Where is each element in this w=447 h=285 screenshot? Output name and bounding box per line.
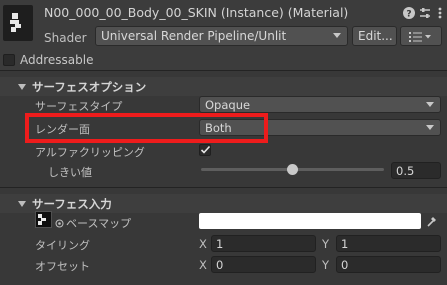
offset-y-field[interactable]: 0 [336,256,441,273]
more-options-icon[interactable] [433,6,447,20]
material-title: N00_000_00_Body_00_SKIN (Instance) (Mate… [44,5,349,20]
threshold-value-field[interactable]: 0.5 [391,162,441,179]
eyedropper-icon[interactable] [426,214,438,228]
threshold-slider-handle[interactable] [287,164,298,175]
surface-options-title: サーフェスオプション [32,80,147,94]
base-map-texture-slot[interactable] [35,211,52,228]
chevron-down-icon [426,102,434,107]
base-map-label: ベースマップ [55,215,131,231]
shader-dropdown[interactable]: Universal Render Pipeline/Unlit [95,26,348,46]
offset-x-label: X [199,258,207,272]
alpha-clipping-label: アルファクリッピング [35,146,145,159]
highlight-annotation-box [25,113,268,143]
tiling-label: タイリング [35,239,90,252]
foldout-arrow-icon[interactable] [18,201,26,207]
checkmark-icon [200,145,211,154]
edit-shader-button[interactable]: Edit... [352,26,397,46]
list-icon [409,32,431,42]
tiling-y-field[interactable]: 1 [336,235,441,252]
foldout-arrow-icon[interactable] [18,84,26,90]
tiling-x-label: X [199,237,207,251]
surface-type-dropdown[interactable]: Opaque [199,96,441,113]
surface-type-label: サーフェスタイプ [35,100,123,113]
surface-inputs-title: サーフェス入力 [32,197,112,211]
tiling-x-field[interactable]: 1 [211,235,316,252]
shader-value: Universal Render Pipeline/Unlit [101,29,287,43]
shader-label: Shader [44,31,87,45]
offset-y-label: Y [322,258,330,272]
material-preview-icon [10,13,21,32]
help-icon[interactable]: ? [402,6,416,20]
addressable-label: Addressable [20,53,94,67]
threshold-label: しきい値 [48,166,92,179]
svg-text:?: ? [406,10,411,20]
addressable-checkbox[interactable] [3,54,15,66]
tiling-y-label: Y [322,237,330,251]
chevron-down-icon [426,125,434,130]
offset-x-field[interactable]: 0 [211,256,316,273]
settings-sliders-icon[interactable] [418,6,432,20]
offset-label: オフセット [35,260,90,273]
alpha-clipping-checkbox[interactable] [199,144,211,156]
surface-type-value: Opaque [205,98,251,112]
divider [0,187,447,188]
list-options-button[interactable] [400,26,442,46]
divider [0,70,447,71]
texture-preview-icon [38,214,46,225]
object-picker-icon[interactable] [55,219,64,228]
base-color-field[interactable] [199,213,421,229]
chevron-down-icon [333,33,341,38]
